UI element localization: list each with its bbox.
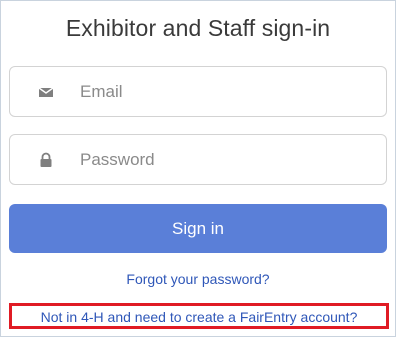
page-title: Exhibitor and Staff sign-in bbox=[65, 15, 331, 41]
create-account-highlight: Not in 4-H and need to create a FairEntr… bbox=[9, 303, 389, 329]
lock-icon bbox=[38, 152, 54, 168]
password-input[interactable] bbox=[80, 135, 370, 184]
sign-in-button[interactable]: Sign in bbox=[9, 204, 387, 253]
sign-in-panel: Exhibitor and Staff sign-in Sign in Forg… bbox=[0, 0, 396, 337]
email-input[interactable] bbox=[80, 67, 370, 116]
envelope-icon bbox=[38, 84, 54, 100]
password-field[interactable] bbox=[9, 134, 387, 185]
forgot-password-link[interactable]: Forgot your password? bbox=[1, 271, 395, 287]
create-account-link[interactable]: Not in 4-H and need to create a FairEntr… bbox=[12, 309, 386, 325]
email-field[interactable] bbox=[9, 66, 387, 117]
